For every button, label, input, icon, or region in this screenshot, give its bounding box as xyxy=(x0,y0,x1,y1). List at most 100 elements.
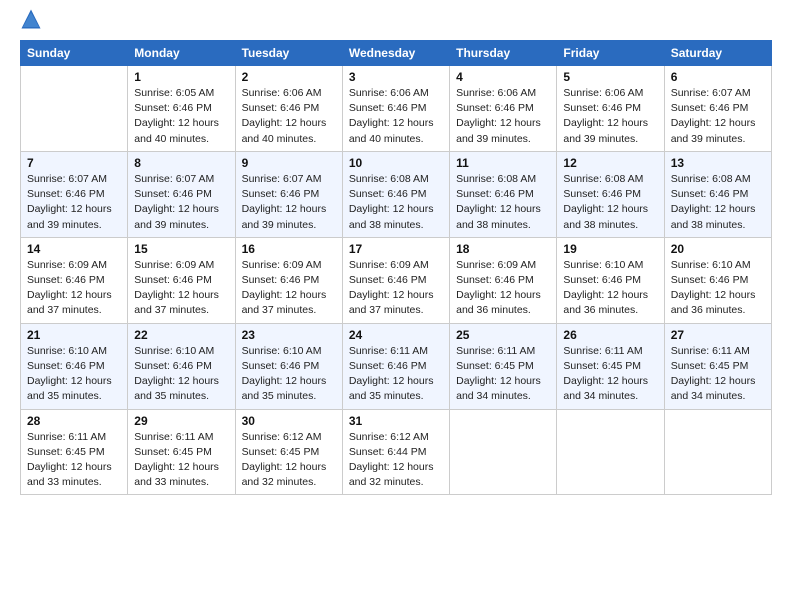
calendar-table: SundayMondayTuesdayWednesdayThursdayFrid… xyxy=(20,40,772,495)
calendar-cell: 15Sunrise: 6:09 AM Sunset: 6:46 PM Dayli… xyxy=(128,237,235,323)
day-number: 13 xyxy=(671,156,765,170)
header-thursday: Thursday xyxy=(450,41,557,66)
day-info: Sunrise: 6:10 AM Sunset: 6:46 PM Dayligh… xyxy=(27,344,121,405)
day-info: Sunrise: 6:09 AM Sunset: 6:46 PM Dayligh… xyxy=(456,258,550,319)
calendar-cell: 11 Sunrise: 6:08 AM Sunset: 6:46 PM Dayli… xyxy=(450,151,557,237)
day-number: 5 xyxy=(563,70,657,84)
calendar-cell: 20 Sunrise: 6:10 AM Sunset: 6:46 PM Dayli… xyxy=(664,237,771,323)
day-number: 27 xyxy=(671,328,765,342)
header-saturday: Saturday xyxy=(664,41,771,66)
day-number: 15 xyxy=(134,242,228,256)
day-info: Sunrise: 6:07 AM Sunset: 6:46 PM Dayligh… xyxy=(671,86,765,147)
day-info: Sunrise: 6:09 AM Sunset: 6:46 PM Dayligh… xyxy=(242,258,336,319)
calendar-cell: 9 Sunrise: 6:07 AM Sunset: 6:46 PM Daylig… xyxy=(235,151,342,237)
calendar-cell xyxy=(557,409,664,495)
day-info: Sunrise: 6:09 AM Sunset: 6:46 PM Dayligh… xyxy=(27,258,121,319)
calendar-cell: 28 Sunrise: 6:11 AM Sunset: 6:45 PM Dayli… xyxy=(21,409,128,495)
header-friday: Friday xyxy=(557,41,664,66)
logo-icon xyxy=(20,8,42,30)
header-tuesday: Tuesday xyxy=(235,41,342,66)
calendar-cell: 2 Sunrise: 6:06 AM Sunset: 6:46 PM Daylig… xyxy=(235,66,342,152)
calendar-cell: 27 Sunrise: 6:11 AM Sunset: 6:45 PM Dayli… xyxy=(664,323,771,409)
day-number: 3 xyxy=(349,70,443,84)
day-number: 22 xyxy=(134,328,228,342)
page: SundayMondayTuesdayWednesdayThursdayFrid… xyxy=(0,0,792,612)
calendar-cell: 24Sunrise: 6:11 AM Sunset: 6:46 PM Dayli… xyxy=(342,323,449,409)
calendar-cell: 18Sunrise: 6:09 AM Sunset: 6:46 PM Dayli… xyxy=(450,237,557,323)
day-info: Sunrise: 6:07 AM Sunset: 6:46 PM Dayligh… xyxy=(134,172,228,233)
calendar-cell: 25Sunrise: 6:11 AM Sunset: 6:45 PM Dayli… xyxy=(450,323,557,409)
day-info: Sunrise: 6:07 AM Sunset: 6:46 PM Dayligh… xyxy=(27,172,121,233)
day-number: 20 xyxy=(671,242,765,256)
days-of-week-row: SundayMondayTuesdayWednesdayThursdayFrid… xyxy=(21,41,772,66)
day-info: Sunrise: 6:11 AM Sunset: 6:46 PM Dayligh… xyxy=(349,344,443,405)
header-wednesday: Wednesday xyxy=(342,41,449,66)
day-number: 31 xyxy=(349,414,443,428)
day-info: Sunrise: 6:10 AM Sunset: 6:46 PM Dayligh… xyxy=(671,258,765,319)
calendar-body: 1 Sunrise: 6:05 AM Sunset: 6:46 PM Daylig… xyxy=(21,66,772,495)
calendar-cell xyxy=(664,409,771,495)
day-number: 23 xyxy=(242,328,336,342)
day-info: Sunrise: 6:08 AM Sunset: 6:46 PM Dayligh… xyxy=(349,172,443,233)
day-number: 8 xyxy=(134,156,228,170)
day-info: Sunrise: 6:08 AM Sunset: 6:46 PM Dayligh… xyxy=(456,172,550,233)
day-info: Sunrise: 6:10 AM Sunset: 6:46 PM Dayligh… xyxy=(563,258,657,319)
day-number: 19 xyxy=(563,242,657,256)
day-number: 16 xyxy=(242,242,336,256)
calendar-cell: 5 Sunrise: 6:06 AM Sunset: 6:46 PM Daylig… xyxy=(557,66,664,152)
calendar-cell: 26Sunrise: 6:11 AM Sunset: 6:45 PM Dayli… xyxy=(557,323,664,409)
day-info: Sunrise: 6:06 AM Sunset: 6:46 PM Dayligh… xyxy=(456,86,550,147)
day-info: Sunrise: 6:12 AM Sunset: 6:44 PM Dayligh… xyxy=(349,430,443,491)
week-row-1: 1 Sunrise: 6:05 AM Sunset: 6:46 PM Daylig… xyxy=(21,66,772,152)
header-monday: Monday xyxy=(128,41,235,66)
calendar-cell: 10Sunrise: 6:08 AM Sunset: 6:46 PM Dayli… xyxy=(342,151,449,237)
calendar-cell xyxy=(450,409,557,495)
calendar-cell: 22Sunrise: 6:10 AM Sunset: 6:46 PM Dayli… xyxy=(128,323,235,409)
calendar-cell: 30Sunrise: 6:12 AM Sunset: 6:45 PM Dayli… xyxy=(235,409,342,495)
day-info: Sunrise: 6:06 AM Sunset: 6:46 PM Dayligh… xyxy=(563,86,657,147)
day-info: Sunrise: 6:07 AM Sunset: 6:46 PM Dayligh… xyxy=(242,172,336,233)
day-info: Sunrise: 6:12 AM Sunset: 6:45 PM Dayligh… xyxy=(242,430,336,491)
calendar-header: SundayMondayTuesdayWednesdayThursdayFrid… xyxy=(21,41,772,66)
calendar-cell: 19 Sunrise: 6:10 AM Sunset: 6:46 PM Dayli… xyxy=(557,237,664,323)
day-info: Sunrise: 6:10 AM Sunset: 6:46 PM Dayligh… xyxy=(242,344,336,405)
calendar-cell: 14 Sunrise: 6:09 AM Sunset: 6:46 PM Dayli… xyxy=(21,237,128,323)
calendar-cell: 23 Sunrise: 6:10 AM Sunset: 6:46 PM Dayli… xyxy=(235,323,342,409)
day-number: 26 xyxy=(563,328,657,342)
day-number: 28 xyxy=(27,414,121,428)
calendar-cell: 3 Sunrise: 6:06 AM Sunset: 6:46 PM Daylig… xyxy=(342,66,449,152)
day-info: Sunrise: 6:11 AM Sunset: 6:45 PM Dayligh… xyxy=(134,430,228,491)
day-number: 14 xyxy=(27,242,121,256)
day-number: 11 xyxy=(456,156,550,170)
calendar-cell: 6 Sunrise: 6:07 AM Sunset: 6:46 PM Daylig… xyxy=(664,66,771,152)
day-number: 25 xyxy=(456,328,550,342)
day-number: 12 xyxy=(563,156,657,170)
day-info: Sunrise: 6:06 AM Sunset: 6:46 PM Dayligh… xyxy=(242,86,336,147)
calendar-cell: 17 Sunrise: 6:09 AM Sunset: 6:46 PM Dayli… xyxy=(342,237,449,323)
calendar-cell: 13 Sunrise: 6:08 AM Sunset: 6:46 PM Dayli… xyxy=(664,151,771,237)
day-number: 17 xyxy=(349,242,443,256)
day-number: 29 xyxy=(134,414,228,428)
day-info: Sunrise: 6:06 AM Sunset: 6:46 PM Dayligh… xyxy=(349,86,443,147)
logo xyxy=(20,16,46,30)
day-info: Sunrise: 6:11 AM Sunset: 6:45 PM Dayligh… xyxy=(27,430,121,491)
day-number: 2 xyxy=(242,70,336,84)
day-number: 21 xyxy=(27,328,121,342)
day-number: 9 xyxy=(242,156,336,170)
day-info: Sunrise: 6:08 AM Sunset: 6:46 PM Dayligh… xyxy=(563,172,657,233)
day-number: 4 xyxy=(456,70,550,84)
day-number: 1 xyxy=(134,70,228,84)
calendar-cell xyxy=(21,66,128,152)
header-sunday: Sunday xyxy=(21,41,128,66)
week-row-2: 7Sunrise: 6:07 AM Sunset: 6:46 PM Daylig… xyxy=(21,151,772,237)
week-row-3: 14 Sunrise: 6:09 AM Sunset: 6:46 PM Dayli… xyxy=(21,237,772,323)
day-info: Sunrise: 6:05 AM Sunset: 6:46 PM Dayligh… xyxy=(134,86,228,147)
calendar-cell: 1 Sunrise: 6:05 AM Sunset: 6:46 PM Daylig… xyxy=(128,66,235,152)
calendar-cell: 16 Sunrise: 6:09 AM Sunset: 6:46 PM Dayli… xyxy=(235,237,342,323)
calendar-cell: 8 Sunrise: 6:07 AM Sunset: 6:46 PM Daylig… xyxy=(128,151,235,237)
calendar-cell: 7Sunrise: 6:07 AM Sunset: 6:46 PM Daylig… xyxy=(21,151,128,237)
day-info: Sunrise: 6:08 AM Sunset: 6:46 PM Dayligh… xyxy=(671,172,765,233)
day-number: 6 xyxy=(671,70,765,84)
day-info: Sunrise: 6:11 AM Sunset: 6:45 PM Dayligh… xyxy=(671,344,765,405)
day-info: Sunrise: 6:09 AM Sunset: 6:46 PM Dayligh… xyxy=(349,258,443,319)
